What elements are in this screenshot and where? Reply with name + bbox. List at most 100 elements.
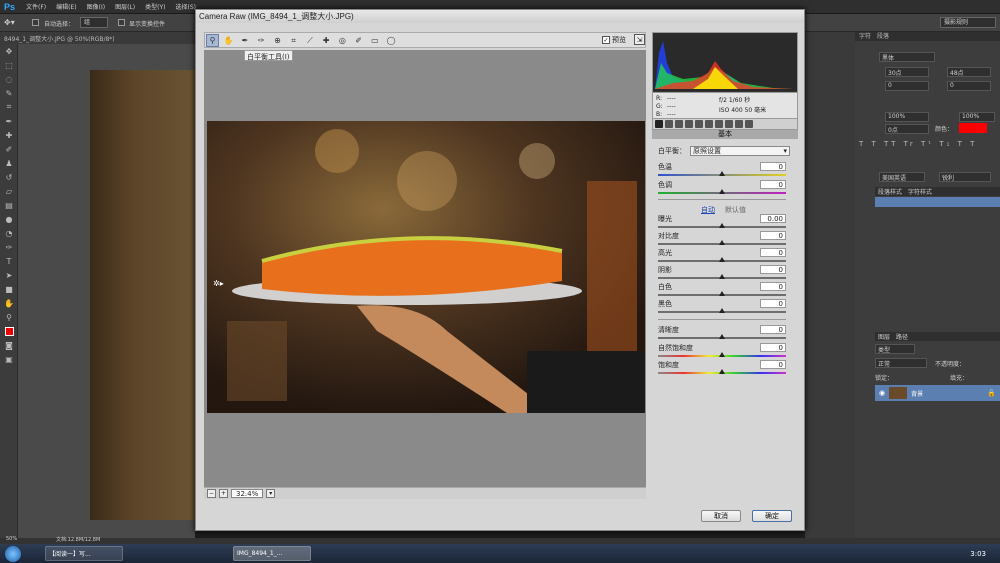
menu-type[interactable]: 类型(Y) <box>140 2 170 11</box>
hand-tool-icon[interactable]: ✋ <box>0 296 18 310</box>
zoom-level-field[interactable]: 32.4% <box>231 489 264 498</box>
slider-whites[interactable]: 白色 0 <box>658 282 786 298</box>
leading-field[interactable]: 48点 <box>947 67 991 77</box>
horizontal-scale-field[interactable]: 100% <box>959 112 995 122</box>
menu-file[interactable]: 文件(F) <box>21 2 51 11</box>
slider-value[interactable]: 0 <box>760 265 786 274</box>
tracking-field[interactable]: 0 <box>947 81 991 91</box>
straighten-tool-icon[interactable]: ⟋ <box>303 35 316 48</box>
kerning-field[interactable]: 0 <box>885 81 929 91</box>
history-brush-icon[interactable]: ↺ <box>0 170 18 184</box>
effects-tab-icon[interactable] <box>715 120 723 128</box>
graduated-filter-icon[interactable]: ▭ <box>368 34 381 47</box>
slider-highlights[interactable]: 高光 0 <box>658 248 786 264</box>
hsl-tab-icon[interactable] <box>685 120 693 128</box>
slider-knob[interactable] <box>719 223 725 228</box>
target-adjust-icon[interactable]: ⊕ <box>271 34 284 47</box>
text-style-buttons[interactable]: T T TT Tr T¹ T₁ T T <box>859 140 977 148</box>
dodge-tool-icon[interactable]: ◔ <box>0 226 18 240</box>
slider-knob[interactable] <box>719 240 725 245</box>
move-tool-icon[interactable]: ✥ <box>0 44 18 58</box>
move-tool-icon[interactable]: ✥▾ <box>4 18 15 27</box>
workspace-select[interactable]: 摄影规则 <box>940 17 996 28</box>
stamp-tool-icon[interactable]: ♟ <box>0 156 18 170</box>
tone-curve-tab-icon[interactable] <box>665 120 673 128</box>
slider-saturation[interactable]: 饱和度 0 <box>658 360 786 376</box>
presets-tab-icon[interactable] <box>735 120 743 128</box>
tab-character-styles[interactable]: 字符样式 <box>908 189 932 196</box>
tab-layers[interactable]: 图层 <box>878 334 890 341</box>
pen-tool-icon[interactable]: ✑ <box>0 240 18 254</box>
transform-checkbox[interactable] <box>118 19 125 28</box>
brush-tool-icon[interactable]: ✐ <box>0 142 18 156</box>
lens-tab-icon[interactable] <box>705 120 713 128</box>
zoom-tool-icon[interactable]: ⚲ <box>0 310 18 324</box>
screen-mode-icon[interactable]: ▣ <box>0 352 18 366</box>
marquee-tool-icon[interactable]: ⬚ <box>0 58 18 72</box>
lasso-tool-icon[interactable]: ◌ <box>0 72 18 86</box>
spot-removal-icon[interactable]: ✚ <box>320 34 333 47</box>
cancel-button[interactable]: 取消 <box>701 510 741 522</box>
slider-knob[interactable] <box>719 257 725 262</box>
tab-character[interactable]: 字符 <box>859 33 871 40</box>
preview-photo[interactable]: ✲▸ <box>207 121 645 413</box>
baseline-field[interactable]: 0点 <box>885 124 929 134</box>
snapshots-tab-icon[interactable] <box>745 120 753 128</box>
gradient-tool-icon[interactable]: ▤ <box>0 198 18 212</box>
quick-select-icon[interactable]: ✎ <box>0 86 18 100</box>
slider-value[interactable]: 0 <box>760 343 786 352</box>
type-tool-icon[interactable]: T <box>0 254 18 268</box>
auto-select-checkbox[interactable] <box>32 19 39 28</box>
preview-checkbox[interactable]: ✓ <box>602 36 610 44</box>
tab-paths[interactable]: 路径 <box>896 334 908 341</box>
slider-value[interactable]: 0 <box>760 299 786 308</box>
red-eye-icon[interactable]: ◎ <box>336 34 349 47</box>
antialias-select[interactable]: 锐利 <box>939 172 991 182</box>
blur-tool-icon[interactable]: ● <box>0 212 18 226</box>
tab-paragraph[interactable]: 段落 <box>877 33 889 40</box>
preview-toggle[interactable]: ✓ 预览 <box>602 35 626 45</box>
detail-tab-icon[interactable] <box>675 120 683 128</box>
document-tab[interactable]: 8494_1_调整大小.JPG @ 50%(RGB/8*) <box>0 32 195 44</box>
layer-row[interactable]: ◉ 背景 🔒 <box>875 385 1000 401</box>
style-list-item[interactable] <box>875 197 1000 207</box>
font-family-select[interactable]: 黑体 <box>879 52 935 62</box>
slider-knob[interactable] <box>719 189 725 194</box>
slider-knob[interactable] <box>719 171 725 176</box>
slider-value[interactable]: 0.00 <box>760 214 786 223</box>
slider-temperature[interactable]: 色温 0 <box>658 162 786 178</box>
slider-exposure[interactable]: 曝光 0.00 <box>658 214 786 230</box>
color-sampler-icon[interactable]: ✑ <box>255 34 268 47</box>
font-size-field[interactable]: 30点 <box>885 67 929 77</box>
slider-knob[interactable] <box>719 352 725 357</box>
eraser-tool-icon[interactable]: ▱ <box>0 184 18 198</box>
text-color-swatch[interactable] <box>959 123 987 133</box>
slider-knob[interactable] <box>719 291 725 296</box>
taskbar-item-photoshop[interactable]: IMG_8494_1_... <box>233 546 311 561</box>
slider-shadows[interactable]: 阴影 0 <box>658 265 786 281</box>
wb-select[interactable]: 原照设置 ▾ <box>690 146 790 156</box>
blend-mode-select[interactable]: 正常 <box>875 358 927 368</box>
slider-knob[interactable] <box>719 308 725 313</box>
tab-paragraph-styles[interactable]: 段落样式 <box>878 189 902 196</box>
ok-button[interactable]: 确定 <box>752 510 792 522</box>
white-balance-tool-icon[interactable]: ✒ <box>238 34 251 47</box>
slider-contrast[interactable]: 对比度 0 <box>658 231 786 247</box>
layer-kind-filter[interactable]: 类型 <box>875 344 915 354</box>
slider-value[interactable]: 0 <box>760 325 786 334</box>
language-select[interactable]: 美国英语 <box>879 172 925 182</box>
slider-value[interactable]: 0 <box>760 162 786 171</box>
hand-tool-icon[interactable]: ✋ <box>222 34 235 47</box>
zoom-out-button[interactable]: − <box>207 489 216 498</box>
start-button[interactable] <box>5 545 21 562</box>
slider-value[interactable]: 0 <box>760 282 786 291</box>
camera-calibration-tab-icon[interactable] <box>725 120 733 128</box>
zoom-tool-icon[interactable]: ⚲ <box>206 34 219 47</box>
menu-image[interactable]: 图像(I) <box>82 2 110 11</box>
slider-knob[interactable] <box>719 274 725 279</box>
adjustment-brush-icon[interactable]: ✐ <box>352 34 365 47</box>
path-select-icon[interactable]: ➤ <box>0 268 18 282</box>
eyedropper-tool-icon[interactable]: ✒ <box>0 114 18 128</box>
slider-value[interactable]: 0 <box>760 231 786 240</box>
slider-clarity[interactable]: 清晰度 0 <box>658 325 786 341</box>
